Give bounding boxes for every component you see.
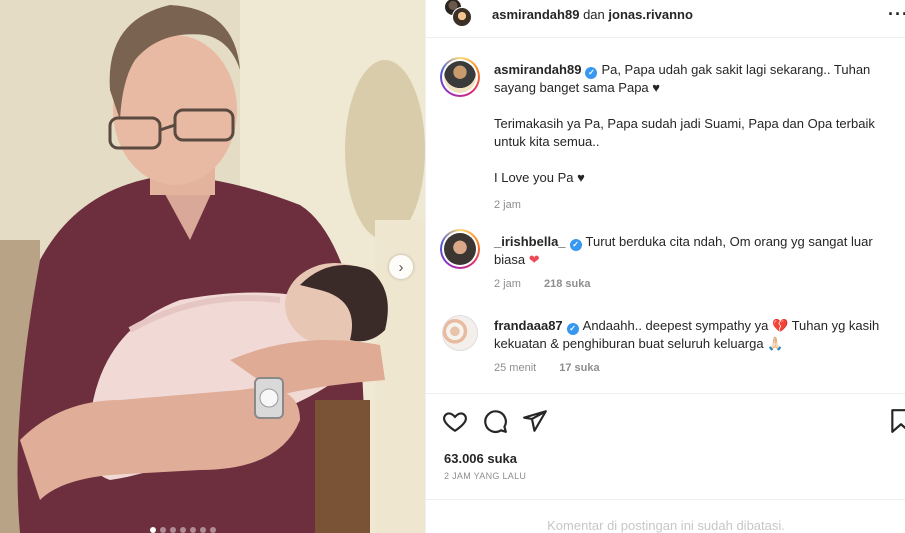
comment-username[interactable]: _irishbella_ bbox=[494, 234, 566, 249]
divider bbox=[426, 393, 905, 394]
post-photo: › bbox=[0, 0, 425, 533]
like-button[interactable] bbox=[442, 408, 468, 434]
header-username-2[interactable]: jonas.rivanno bbox=[608, 7, 693, 22]
caption-time[interactable]: 2 jam bbox=[494, 199, 521, 211]
comment-time[interactable]: 25 menit bbox=[494, 362, 536, 374]
carousel-dot bbox=[180, 527, 186, 533]
praying-hands-emoji: 🙏🏻 bbox=[767, 336, 784, 351]
collab-avatars[interactable] bbox=[440, 0, 476, 30]
avatar[interactable] bbox=[452, 7, 472, 27]
more-options-button[interactable]: ··· bbox=[888, 4, 905, 25]
caption-username[interactable]: asmirandah89 bbox=[494, 62, 581, 77]
bookmark-icon bbox=[891, 409, 905, 433]
red-heart-emoji: ❤ bbox=[528, 252, 540, 267]
comment-username[interactable]: frandaaa87 bbox=[494, 318, 563, 333]
header-separator: dan bbox=[583, 7, 605, 22]
verified-badge-icon: ✓ bbox=[566, 323, 579, 335]
divider bbox=[426, 499, 905, 500]
post-detail-panel: asmirandah89 dan jonas.rivanno ··· asmir… bbox=[425, 0, 905, 533]
carousel-dot bbox=[160, 527, 166, 533]
story-ring[interactable] bbox=[440, 229, 480, 269]
caption-text-3: I Love you Pa ♥ bbox=[494, 170, 585, 185]
avatar bbox=[444, 233, 476, 265]
comment-text: Andaahh.. deepest sympathy ya bbox=[582, 318, 769, 333]
chevron-right-icon: › bbox=[398, 258, 404, 276]
avatar bbox=[444, 61, 476, 93]
comment-time[interactable]: 2 jam bbox=[494, 278, 521, 290]
comment-button[interactable] bbox=[482, 408, 508, 434]
verified-badge-icon: ✓ bbox=[585, 67, 598, 79]
carousel-dot bbox=[170, 527, 176, 533]
carousel-dot bbox=[150, 527, 156, 533]
collab-usernames: asmirandah89 dan jonas.rivanno bbox=[492, 7, 693, 22]
carousel-dot bbox=[200, 527, 206, 533]
caption-text-2: Terimakasih ya Pa, Papa sudah jadi Suami… bbox=[494, 116, 875, 149]
carousel-next-button[interactable]: › bbox=[389, 255, 413, 279]
save-button[interactable] bbox=[888, 408, 905, 434]
caption-body: asmirandah89 ✓ Pa, Papa udah gak sakit lag… bbox=[494, 61, 894, 214]
header-username-1[interactable]: asmirandah89 bbox=[492, 7, 579, 22]
carousel-dots bbox=[150, 527, 216, 533]
comment-body: _irishbella_ ✓ Turut berduka cita ndah, Om… bbox=[494, 233, 894, 293]
comment-icon bbox=[484, 410, 507, 433]
divider bbox=[426, 37, 905, 38]
comments-limited-notice: Komentar di postingan ini sudah dibatasi… bbox=[547, 518, 785, 533]
heart-icon bbox=[443, 412, 467, 433]
photo-illustration bbox=[0, 0, 425, 533]
carousel-dot bbox=[190, 527, 196, 533]
share-icon bbox=[523, 410, 547, 432]
story-ring[interactable] bbox=[440, 57, 480, 97]
share-button[interactable] bbox=[522, 408, 548, 434]
comment-likes[interactable]: 218 suka bbox=[544, 278, 590, 290]
comment-likes[interactable]: 17 suka bbox=[559, 362, 599, 374]
post-header: asmirandah89 dan jonas.rivanno ··· bbox=[426, 0, 905, 30]
posted-time[interactable]: 2 JAM YANG LALU bbox=[444, 471, 526, 481]
comment-body: frandaaa87 ✓ Andaahh.. deepest sympathy ya… bbox=[494, 317, 894, 377]
carousel-dot bbox=[210, 527, 216, 533]
more-horizontal-icon: ··· bbox=[888, 4, 905, 24]
verified-badge-icon: ✓ bbox=[569, 239, 582, 251]
avatar[interactable] bbox=[442, 315, 478, 351]
likes-count[interactable]: 63.006 suka bbox=[444, 451, 517, 466]
broken-heart-emoji: 💔 bbox=[772, 318, 789, 333]
